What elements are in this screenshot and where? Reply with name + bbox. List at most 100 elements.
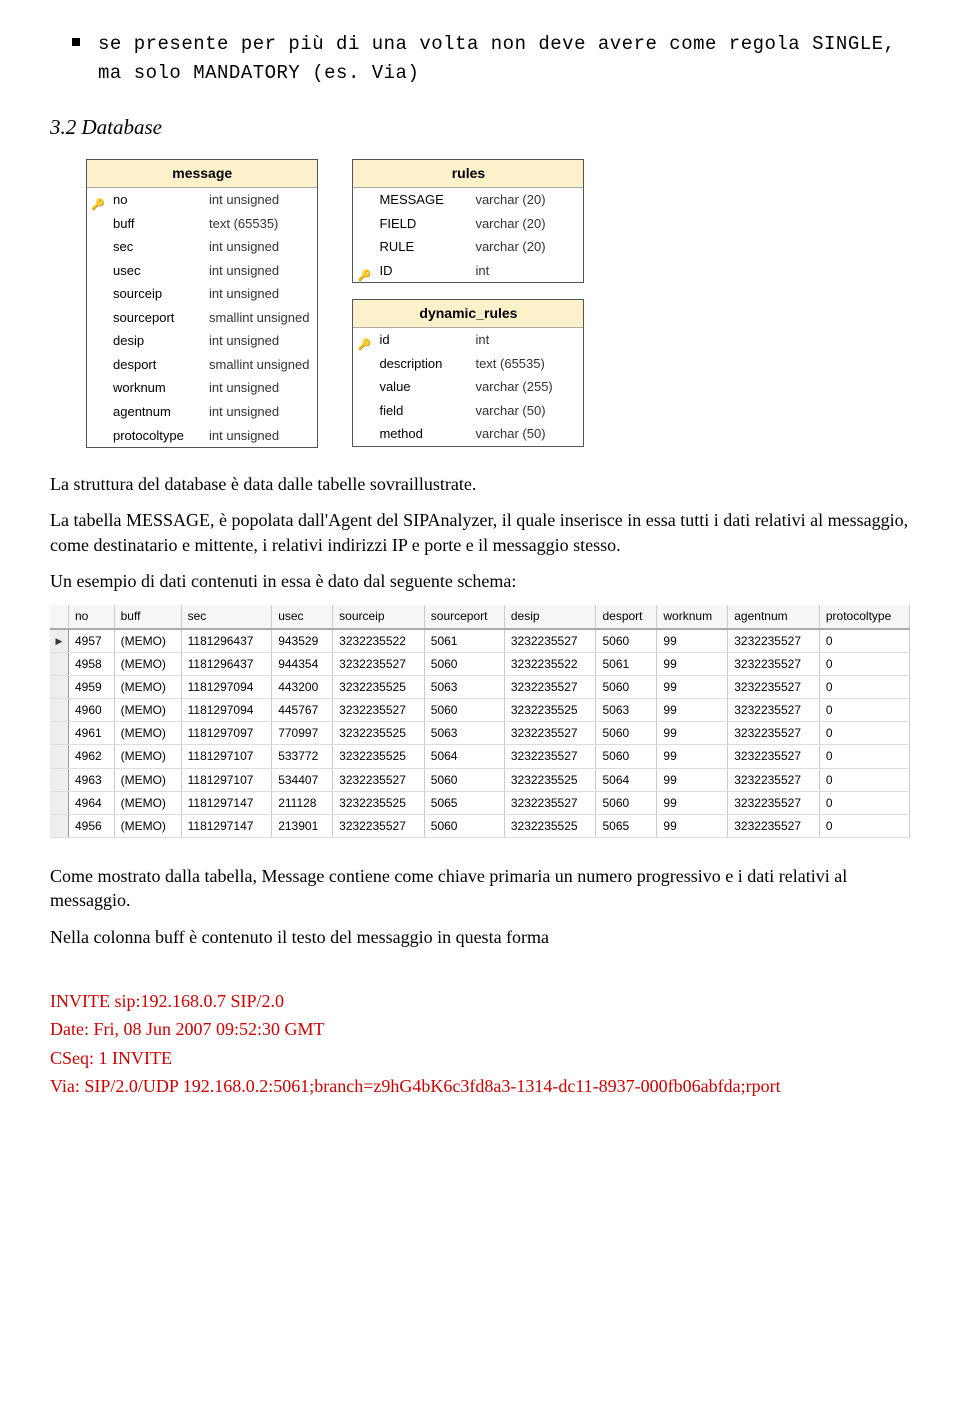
cell-no: 4963 <box>69 768 115 791</box>
grid-header-no: no <box>69 605 115 628</box>
cell-protocoltype: 0 <box>819 629 909 653</box>
cell-desport: 5060 <box>596 791 657 814</box>
column-name: agentnum <box>113 403 203 421</box>
cell-worknum: 99 <box>657 629 728 653</box>
dynamic-rules-column: fieldvarchar (50) <box>353 399 583 423</box>
key-placeholder <box>91 266 107 276</box>
cell-agentnum: 3232235527 <box>728 722 820 745</box>
cell-no: 4961 <box>69 722 115 745</box>
cell-desport: 5064 <box>596 768 657 791</box>
table-row: 4957(MEMO)118129643794352932322355225061… <box>50 629 910 653</box>
cell-agentnum: 3232235527 <box>728 791 820 814</box>
cell-usec: 943529 <box>272 629 333 653</box>
cell-agentnum: 3232235527 <box>728 699 820 722</box>
column-type: varchar (20) <box>475 238 545 256</box>
cell-no: 4960 <box>69 699 115 722</box>
cell-sourceport: 5060 <box>424 815 504 838</box>
key-placeholder <box>357 359 373 369</box>
cell-buff: (MEMO) <box>114 629 181 653</box>
column-name: MESSAGE <box>379 191 469 209</box>
column-name: buff <box>113 215 203 233</box>
cell-desip: 3232235525 <box>504 768 596 791</box>
sip-line: Via: SIP/2.0/UDP 192.168.0.2:5061;branch… <box>50 1074 910 1098</box>
row-selector <box>50 675 69 698</box>
table-dynamic-rules: dynamic_rules idintdescriptiontext (6553… <box>352 299 584 447</box>
column-type: int unsigned <box>209 262 279 280</box>
paragraph: Nella colonna buff è contenuto il testo … <box>50 925 910 949</box>
cell-desport: 5060 <box>596 629 657 653</box>
cell-protocoltype: 0 <box>819 699 909 722</box>
cell-no: 4956 <box>69 815 115 838</box>
grid-header-desip: desip <box>504 605 596 628</box>
table-rules-title: rules <box>353 160 583 188</box>
column-type: text (65535) <box>475 355 544 373</box>
column-name: description <box>379 355 469 373</box>
column-name: FIELD <box>379 215 469 233</box>
key-placeholder <box>91 383 107 393</box>
message-column: secint unsigned <box>87 235 317 259</box>
cell-usec: 211128 <box>272 791 333 814</box>
cell-usec: 770997 <box>272 722 333 745</box>
grid-header-sourceport: sourceport <box>424 605 504 628</box>
dynamic-rules-column: description text (65535) <box>353 352 583 376</box>
row-selector <box>50 722 69 745</box>
cell-sourceport: 5063 <box>424 722 504 745</box>
cell-desip: 3232235527 <box>504 745 596 768</box>
cell-protocoltype: 0 <box>819 652 909 675</box>
cell-worknum: 99 <box>657 791 728 814</box>
row-selector <box>50 699 69 722</box>
cell-sec: 1181297147 <box>181 791 272 814</box>
cell-sourceport: 5060 <box>424 768 504 791</box>
rules-column: FIELD varchar (20) <box>353 212 583 236</box>
column-name: desip <box>113 332 203 350</box>
sip-line: CSeq: 1 INVITE <box>50 1046 910 1070</box>
grid-header-desport: desport <box>596 605 657 628</box>
cell-sourceport: 5064 <box>424 745 504 768</box>
cell-worknum: 99 <box>657 768 728 791</box>
cell-usec: 445767 <box>272 699 333 722</box>
paragraph: Un esempio di dati contenuti in essa è d… <box>50 569 910 593</box>
cell-agentnum: 3232235527 <box>728 652 820 675</box>
table-dynamic-rules-title: dynamic_rules <box>353 300 583 328</box>
cell-sourceip: 3232235525 <box>333 722 425 745</box>
cell-no: 4957 <box>69 629 115 653</box>
cell-buff: (MEMO) <box>114 768 181 791</box>
message-column: usecint unsigned <box>87 259 317 283</box>
cell-no: 4962 <box>69 745 115 768</box>
message-column: sourceipint unsigned <box>87 282 317 306</box>
cell-protocoltype: 0 <box>819 791 909 814</box>
column-name: sourceip <box>113 285 203 303</box>
cell-desip: 3232235527 <box>504 722 596 745</box>
cell-usec: 533772 <box>272 745 333 768</box>
key-placeholder <box>357 195 373 205</box>
cell-protocoltype: 0 <box>819 722 909 745</box>
sip-line: INVITE sip:192.168.0.7 SIP/2.0 <box>50 989 910 1013</box>
column-name: method <box>379 425 469 443</box>
key-placeholder <box>357 242 373 252</box>
column-name: RULE <box>379 238 469 256</box>
cell-sec: 1181297097 <box>181 722 272 745</box>
cell-protocoltype: 0 <box>819 675 909 698</box>
cell-sourceip: 3232235525 <box>333 675 425 698</box>
grid-header-sec: sec <box>181 605 272 628</box>
cell-sourceip: 3232235522 <box>333 629 425 653</box>
cell-protocoltype: 0 <box>819 745 909 768</box>
cell-desport: 5063 <box>596 699 657 722</box>
row-selector <box>50 768 69 791</box>
cell-desport: 5060 <box>596 745 657 768</box>
cell-agentnum: 3232235527 <box>728 629 820 653</box>
table-row: 4963(MEMO)118129710753440732322355275060… <box>50 768 910 791</box>
column-type: varchar (255) <box>475 378 552 396</box>
cell-worknum: 99 <box>657 722 728 745</box>
table-row: 4956(MEMO)118129714721390132322355275060… <box>50 815 910 838</box>
cell-desip: 3232235527 <box>504 675 596 698</box>
message-column: noint unsigned <box>87 188 317 212</box>
cell-desip: 3232235527 <box>504 791 596 814</box>
column-type: smallint unsigned <box>209 356 309 374</box>
cell-buff: (MEMO) <box>114 699 181 722</box>
cell-desip: 3232235522 <box>504 652 596 675</box>
cell-worknum: 99 <box>657 815 728 838</box>
dynamic-rules-column: methodvarchar (50) <box>353 422 583 446</box>
cell-no: 4958 <box>69 652 115 675</box>
column-type: varchar (20) <box>475 215 545 233</box>
